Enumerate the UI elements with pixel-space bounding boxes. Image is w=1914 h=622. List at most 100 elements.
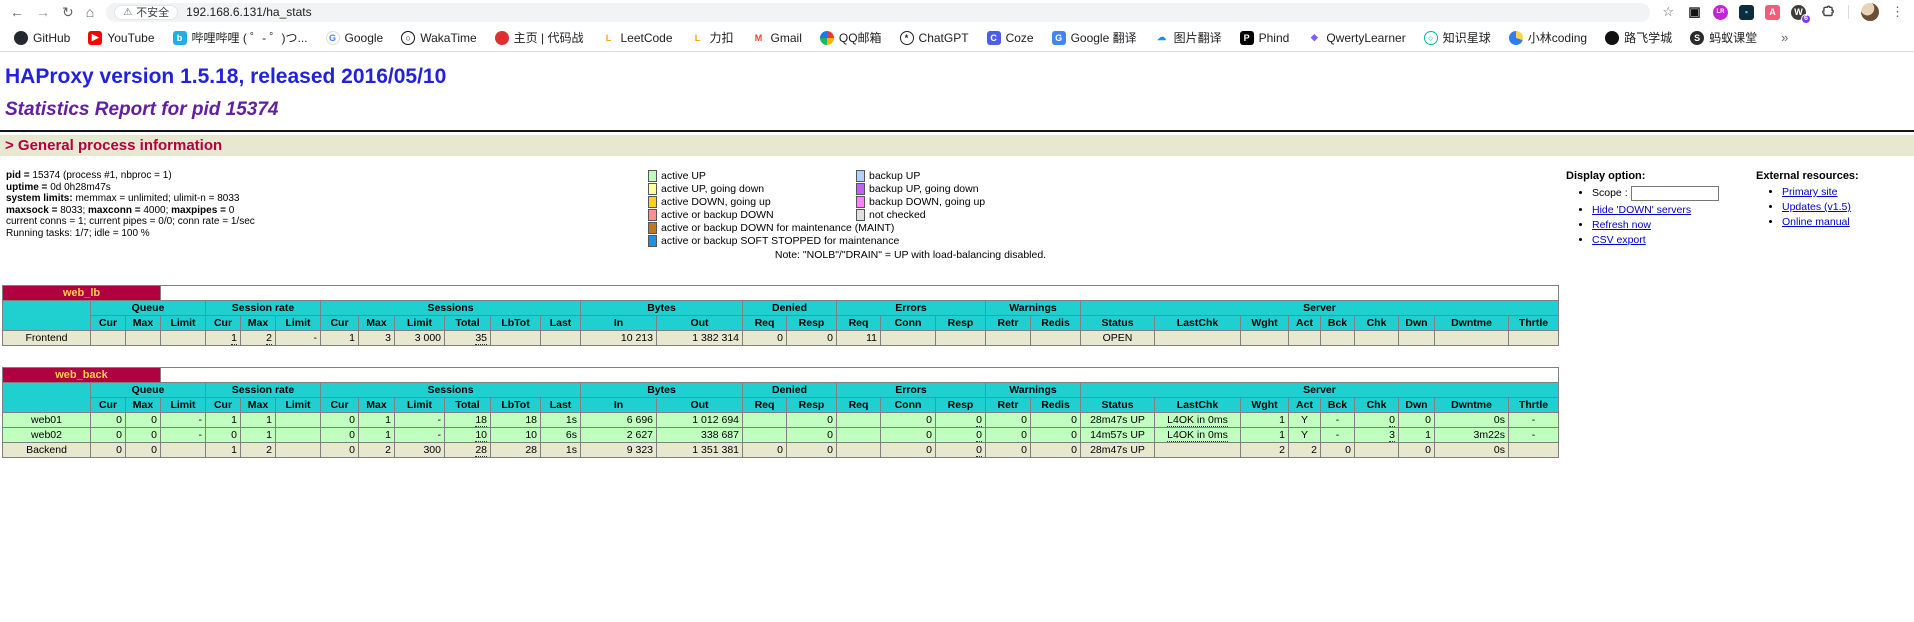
bookmark-item[interactable]: PPhind [1240,31,1290,45]
stat-cell: 6s [541,428,581,443]
legend-label: active DOWN, going up [661,196,771,208]
table-title-link[interactable]: web_lb [63,287,100,299]
bookmark-favicon: * [900,31,914,45]
bookmark-favicon: G [326,31,340,45]
bookmark-item[interactable]: 路飞学城 [1605,29,1672,46]
process-info-line: Running tasks: 1/7; idle = 100 % [6,228,648,240]
stat-cell [1355,443,1399,458]
column-limit: Limit [395,398,445,413]
bookmark-item[interactable]: ○WakaTime [401,31,476,45]
stat-cell: 18 [491,413,541,428]
bookmark-item[interactable]: QQ邮箱 [820,29,882,46]
menu-kebab-icon[interactable]: ⋮ [1891,4,1904,20]
bookmark-item[interactable]: b哔哩哔哩 ( ゜- ゜)つ... [173,29,308,46]
bookmark-item[interactable]: *ChatGPT [900,31,969,45]
stat-cell [1289,331,1321,346]
bookmarks-overflow-icon[interactable]: » [1781,30,1788,45]
address-bar[interactable]: ⚠ 不安全 192.168.6.131/ha_stats [106,3,1650,22]
external-resource-link[interactable]: Updates (v1.5) [1782,201,1851,213]
legend-item: backup UP [856,170,1073,182]
stat-value: 1 [231,332,237,345]
security-chip[interactable]: ⚠ 不安全 [114,5,178,20]
table-title-link[interactable]: web_back [55,369,108,381]
page-title[interactable]: HAProxy version 1.5.18, released 2016/05… [5,65,1914,89]
display-option-link[interactable]: Hide 'DOWN' servers [1592,204,1691,216]
column-lastchk: LastChk [1155,316,1241,331]
external-resources-heading: External resources: [1756,170,1914,182]
column-act: Act [1289,316,1321,331]
stat-cell: 1s [541,413,581,428]
external-resource-item: Primary site [1782,186,1914,198]
stat-cell: 0 [787,331,837,346]
stat-cell [541,331,581,346]
stat-cell: 35 [445,331,491,346]
bookmark-item[interactable]: ○知识星球 [1424,29,1491,46]
column-redis: Redis [1031,316,1081,331]
bookmark-item[interactable]: S蚂蚁课堂 [1690,29,1757,46]
table-title-web_back[interactable]: web_back [3,368,161,383]
legend-swatch [648,170,657,182]
external-resource-link[interactable]: Primary site [1782,186,1837,198]
extension-lr-icon[interactable]: LR [1712,4,1729,21]
column-max: Max [359,316,395,331]
column-conn: Conn [881,398,936,413]
bookmark-item[interactable]: ☁图片翻译 [1155,29,1222,46]
extension-screenshot-icon[interactable]: ▪ [1738,4,1755,21]
stat-cell [276,443,321,458]
extension-wordpress-icon[interactable]: W6 [1790,4,1807,21]
legend-label: backup UP [869,170,920,182]
back-icon[interactable]: ← [10,5,24,19]
reload-icon[interactable]: ↻ [62,5,74,19]
column-retr: Retr [986,316,1031,331]
stat-cell [276,428,321,443]
row-name: Frontend [3,331,91,346]
stat-cell [161,331,206,346]
browser-toolbar: ← → ↻ ⌂ ⚠ 不安全 192.168.6.131/ha_stats ☆ ▣… [0,0,1914,24]
legend-swatch [648,222,657,234]
column-req: Req [743,316,787,331]
legend-item: not checked [856,209,1073,221]
bookmark-item[interactable]: 主页 | 代码战 [495,29,584,46]
stat-cell: 14m57s UP [1081,428,1155,443]
forward-icon[interactable]: → [36,5,50,19]
profile-avatar[interactable] [1861,3,1879,21]
stat-cell [1509,443,1559,458]
home-icon[interactable]: ⌂ [86,5,94,19]
column-wght: Wght [1241,398,1289,413]
bookmark-item[interactable]: GGoogle 翻译 [1052,29,1137,46]
bookmark-item[interactable]: LLeetCode [601,31,672,45]
info-row: pid = 15374 (process #1, nbproc = 1)upti… [0,170,1914,261]
bookmark-favicon [1509,31,1523,45]
stat-cell: L4OK in 0ms [1155,413,1241,428]
stat-cell: - [1321,428,1355,443]
stat-cell: 0s [1435,413,1509,428]
bookmark-label: QQ邮箱 [839,29,882,46]
bookmark-item[interactable]: ◆QwertyLearner [1307,31,1405,45]
stat-cell [276,413,321,428]
bookmark-star-icon[interactable]: ☆ [1662,4,1674,20]
stat-cell: 0 [1399,413,1435,428]
table-title-web_lb[interactable]: web_lb [3,286,161,301]
extension-screenshot-icon-glyph: ▪ [1739,5,1754,20]
scope-input[interactable] [1631,186,1719,201]
bookmark-item[interactable]: GGoogle [326,31,384,45]
display-option-link[interactable]: CSV export [1592,234,1646,246]
extension-frame-icon[interactable]: ▣ [1686,4,1703,21]
external-resource-link[interactable]: Online manual [1782,216,1850,228]
bookmark-item[interactable]: GitHub [14,31,70,45]
legend-swatch [856,170,865,182]
process-info: pid = 15374 (process #1, nbproc = 1)upti… [0,170,648,240]
bookmark-item[interactable]: L力扣 [691,29,734,46]
column-group-session-rate: Session rate [206,301,321,316]
bookmark-item[interactable]: MGmail [752,31,802,45]
display-option-link[interactable]: Refresh now [1592,219,1651,231]
column-max: Max [241,316,276,331]
bookmark-item[interactable]: CCoze [987,31,1034,45]
external-resources: External resources: Primary site Updates … [1756,170,1914,231]
stat-cell [881,331,936,346]
bookmark-item[interactable]: ▶YouTube [88,31,154,45]
column-status: Status [1081,398,1155,413]
bookmark-item[interactable]: 小林coding [1509,29,1587,46]
extension-translate-icon[interactable]: A [1764,4,1781,21]
extensions-puzzle-icon[interactable] [1819,4,1836,21]
